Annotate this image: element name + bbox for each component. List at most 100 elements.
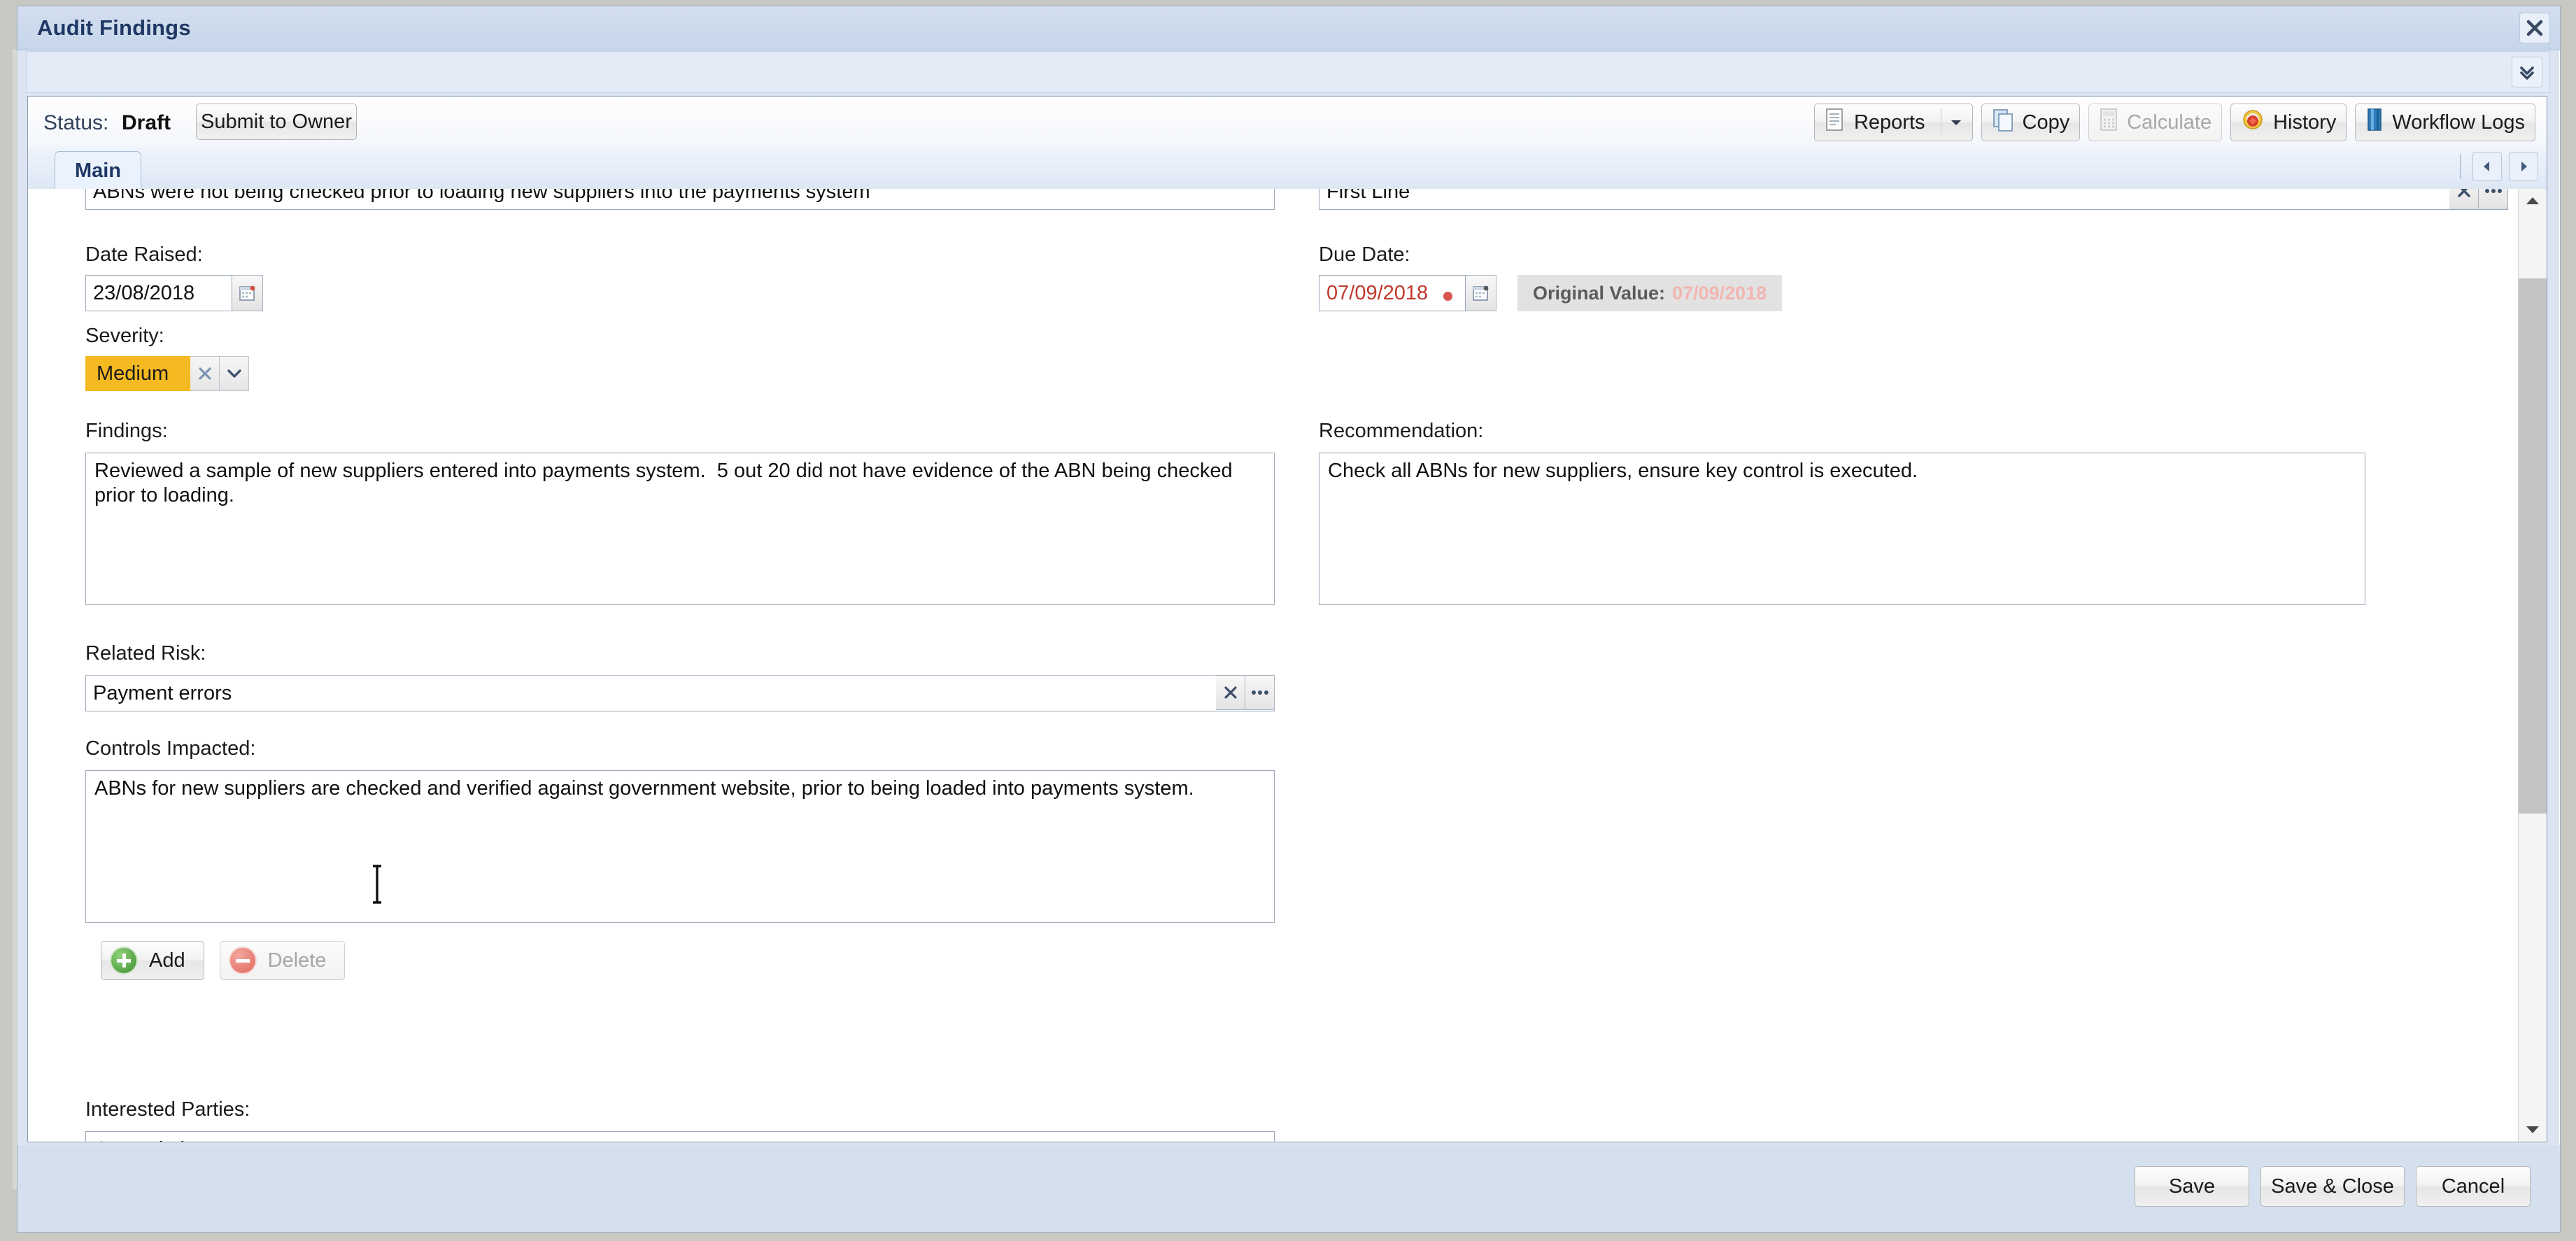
reports-button[interactable]: Reports	[1813, 104, 1973, 141]
tab-main[interactable]: Main	[55, 151, 141, 190]
scroll-up-arrow-icon[interactable]	[2519, 189, 2547, 213]
form-panel: Status: Draft Submit to Owner Reports Co…	[27, 96, 2547, 1142]
tab-nav-separator	[2460, 154, 2461, 179]
date-raised-control	[85, 275, 263, 311]
audit-findings-dialog: Audit Findings Status: Draft Submit to O…	[17, 6, 2561, 1233]
related-risk-input[interactable]	[85, 675, 1275, 711]
clear-x-icon[interactable]	[190, 356, 220, 391]
desktop-background-bottom	[0, 1233, 2576, 1241]
controls-impacted-actions: Add Delete	[85, 941, 1275, 980]
status-label: Status:	[43, 111, 109, 134]
history-clock-icon	[2241, 108, 2265, 137]
due-date-label: Due Date:	[1319, 243, 1410, 266]
add-circle-icon	[111, 948, 136, 973]
dialog-titlebar: Audit Findings	[17, 6, 2560, 50]
related-risk-control	[85, 675, 1275, 711]
findings-label: Findings:	[85, 420, 168, 442]
delete-circle-icon	[229, 948, 255, 973]
dialog-footer: Save Save & Close Cancel	[17, 1145, 2560, 1232]
desktop-background-left	[0, 0, 13, 1241]
scroll-down-arrow-icon[interactable]	[2519, 1118, 2547, 1142]
due-date-input-wrap	[1319, 275, 1496, 311]
related-risk-group: Related Risk:	[85, 642, 1275, 711]
copy-label: Copy	[2022, 111, 2070, 134]
text-cursor-icon	[371, 865, 383, 904]
form-body: Date Raised:	[28, 189, 2519, 1142]
chevron-down-icon[interactable]	[220, 356, 249, 391]
double-chevron-down-icon[interactable]	[2512, 57, 2542, 87]
original-value-band: Original Value: 07/09/2018	[1517, 275, 1783, 311]
recommendation-textarea[interactable]	[1319, 453, 2365, 605]
history-button[interactable]: History	[2230, 104, 2347, 141]
save-label: Save	[2168, 1175, 2216, 1198]
workflow-logs-label: Workflow Logs	[2392, 111, 2525, 134]
clear-x-icon[interactable]	[2449, 189, 2479, 208]
calculate-button: Calculate	[2088, 104, 2223, 141]
owner-lookup-buttons	[2449, 189, 2508, 208]
submit-to-owner-button[interactable]: Submit to Owner	[196, 104, 357, 140]
findings-group: Findings:	[85, 420, 1275, 611]
original-value-text: 07/09/2018	[1672, 282, 1767, 304]
date-raised-input[interactable]	[85, 275, 232, 311]
owner-input[interactable]	[1319, 189, 2508, 210]
command-bar: Status: Draft Submit to Owner Reports Co…	[28, 97, 2547, 148]
controls-impacted-label: Controls Impacted:	[85, 737, 256, 760]
copy-button[interactable]: Copy	[1981, 104, 2081, 141]
reports-label: Reports	[1853, 111, 1925, 134]
date-raised-group: Date Raised:	[85, 243, 263, 311]
ellipsis-icon[interactable]	[1245, 675, 1275, 710]
severity-group: Severity: Medium	[85, 325, 249, 391]
add-button[interactable]: Add	[101, 941, 204, 980]
calendar-icon[interactable]	[1466, 275, 1496, 311]
calculate-label: Calculate	[2127, 111, 2212, 134]
due-date-group: Due Date: 07/09/2018 Original Value: 07/…	[1319, 243, 1783, 311]
severity-label: Severity:	[85, 325, 164, 347]
controls-impacted-textarea[interactable]	[85, 770, 1275, 923]
finding-title-field-row	[85, 189, 1275, 210]
interested-parties-group: Interested Parties:	[85, 1098, 1275, 1142]
date-raised-label: Date Raised:	[85, 243, 203, 266]
add-label: Add	[149, 949, 185, 972]
owner-field-row	[1319, 189, 2508, 210]
cancel-label: Cancel	[2441, 1175, 2505, 1198]
due-date-control: Original Value: 07/09/2018	[1319, 275, 1783, 311]
clear-x-icon[interactable]	[1216, 675, 1245, 710]
save-and-close-button[interactable]: Save & Close	[2260, 1166, 2405, 1207]
finding-title-input[interactable]	[85, 189, 1275, 210]
interested-parties-textarea[interactable]	[85, 1131, 1275, 1142]
form-scrollbar[interactable]	[2518, 189, 2547, 1142]
scrollbar-thumb[interactable]	[2519, 278, 2547, 814]
chevron-down-icon[interactable]	[1940, 109, 1962, 136]
submit-to-owner-label: Submit to Owner	[201, 110, 352, 133]
command-bar-buttons: Reports Copy Calculate History Workflow …	[1813, 104, 2535, 141]
interested-parties-label: Interested Parties:	[85, 1098, 250, 1121]
save-button[interactable]: Save	[2135, 1166, 2249, 1207]
changed-indicator-icon	[1443, 292, 1452, 301]
calendar-icon[interactable]	[232, 275, 263, 311]
severity-value-chip: Medium	[85, 356, 190, 391]
related-risk-lookup-buttons	[1216, 675, 1275, 710]
recommendation-label: Recommendation:	[1319, 420, 1484, 442]
delete-label: Delete	[267, 949, 327, 972]
ellipsis-icon[interactable]	[2479, 189, 2508, 208]
arrow-right-icon[interactable]	[2509, 152, 2538, 181]
tab-main-label: Main	[74, 159, 122, 182]
history-label: History	[2273, 111, 2337, 134]
original-value-label: Original Value:	[1533, 282, 1666, 304]
copy-icon	[1992, 108, 2014, 137]
severity-control[interactable]: Medium	[85, 356, 249, 391]
calculator-icon	[2099, 108, 2118, 137]
footer-buttons: Save Save & Close Cancel	[2135, 1166, 2531, 1207]
close-icon[interactable]	[2519, 13, 2550, 43]
workflow-logs-button[interactable]: Workflow Logs	[2355, 104, 2535, 141]
collapsed-section-strip	[26, 51, 2550, 93]
save-and-close-label: Save & Close	[2271, 1175, 2394, 1198]
delete-button: Delete	[219, 941, 346, 980]
cancel-button[interactable]: Cancel	[2416, 1166, 2531, 1207]
status-value: Draft	[122, 111, 171, 134]
controls-impacted-group: Controls Impacted: Add Delete	[85, 737, 1275, 980]
arrow-left-icon[interactable]	[2472, 152, 2502, 181]
book-icon	[2365, 108, 2384, 137]
findings-textarea[interactable]	[85, 453, 1275, 605]
dialog-title: Audit Findings	[37, 15, 191, 40]
